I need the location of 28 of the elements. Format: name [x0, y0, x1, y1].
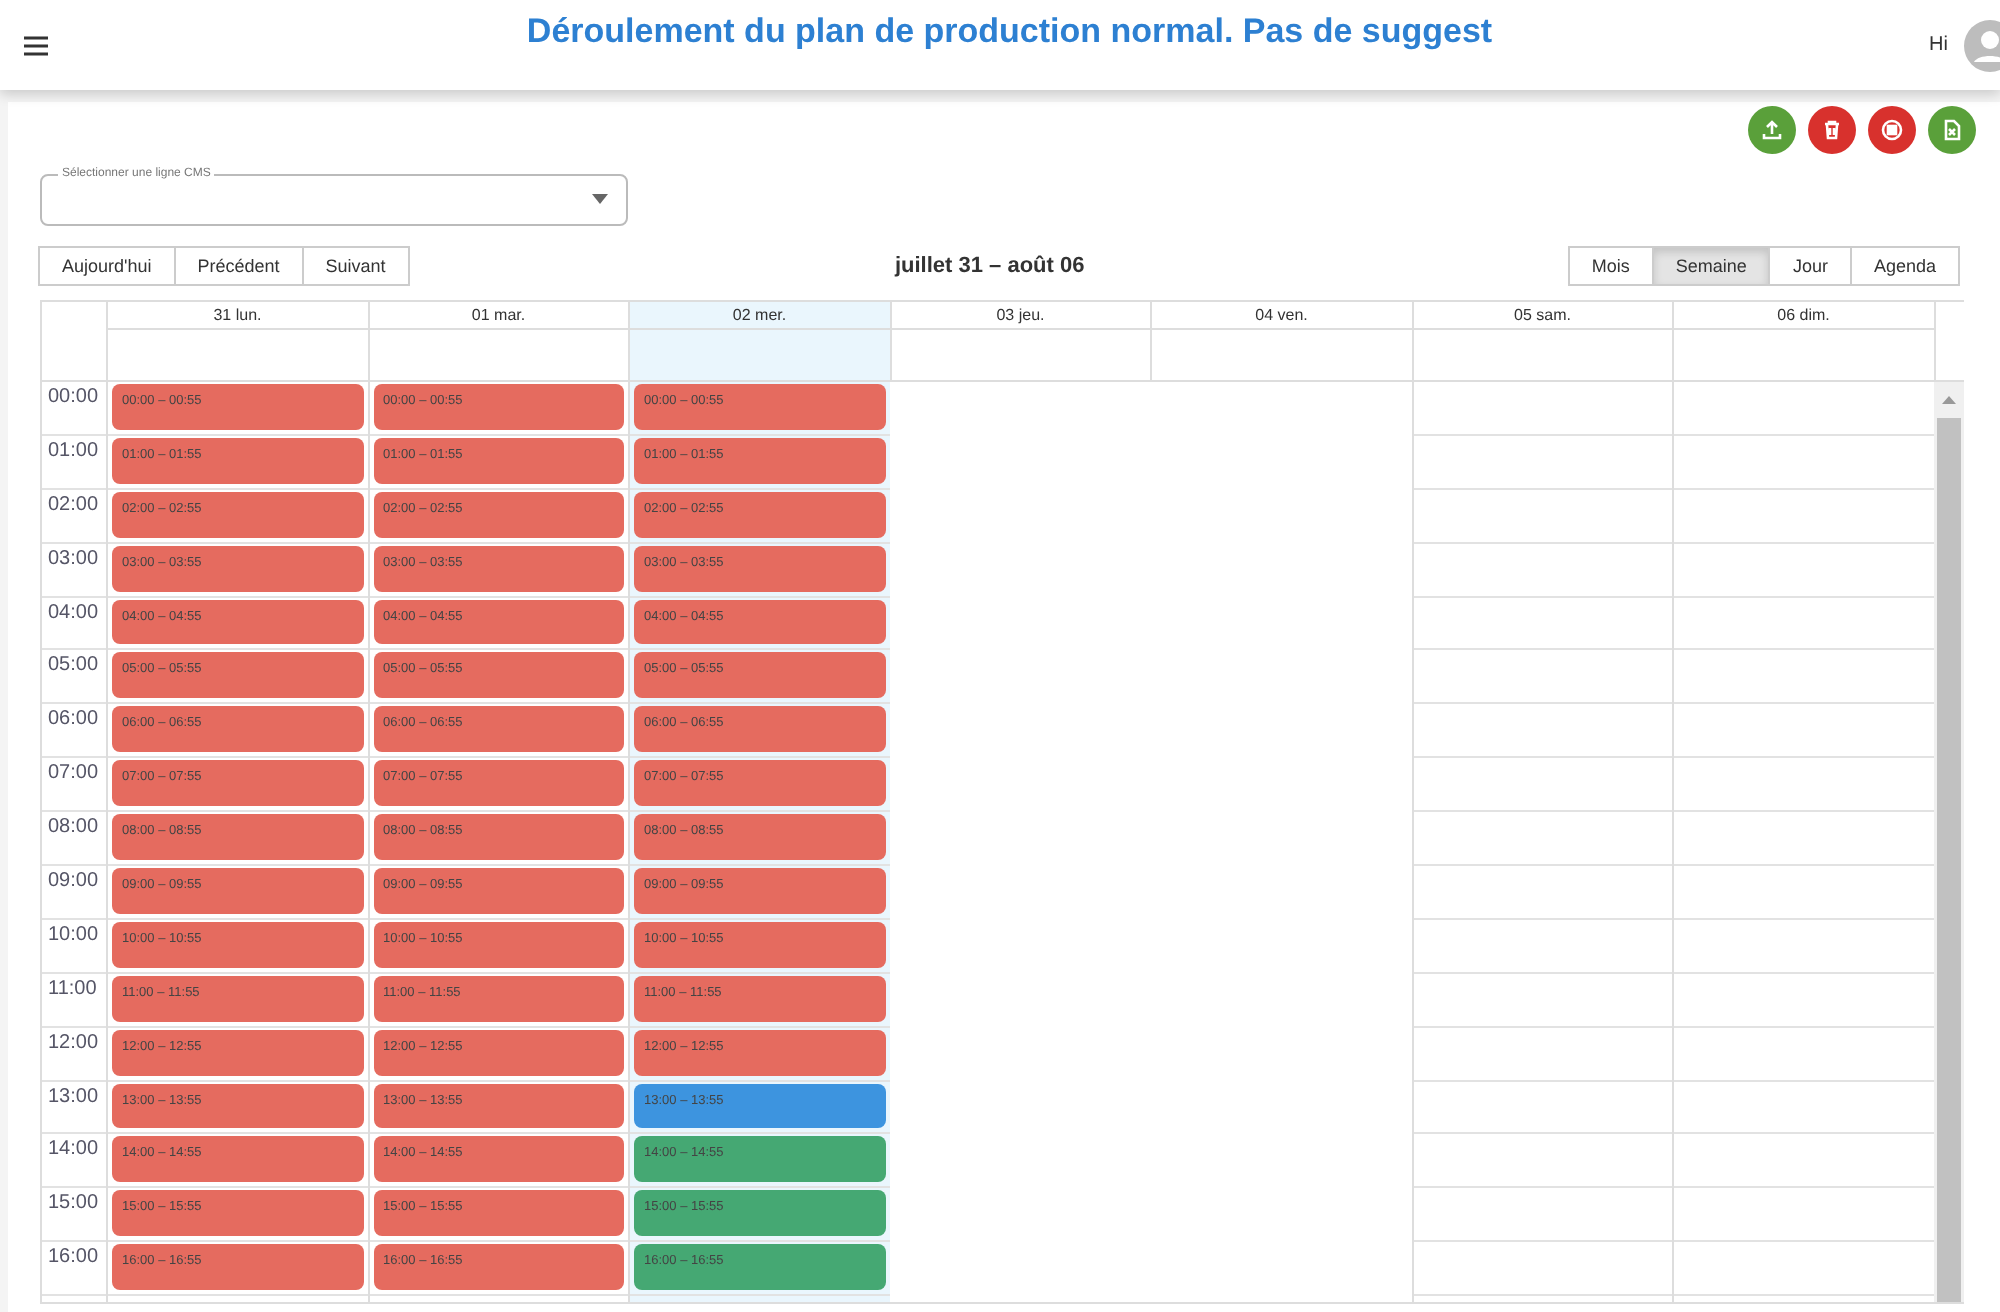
menu-icon[interactable]: [22, 33, 50, 57]
view-tab[interactable]: Agenda: [1849, 246, 1960, 286]
delete-button[interactable]: [1808, 106, 1856, 154]
nav-button[interactable]: Précédent: [173, 246, 304, 286]
spreadsheet-file-icon: [1940, 118, 1964, 142]
day-label: 01 mar.: [369, 302, 628, 330]
greeting: Hi: [1929, 34, 1948, 56]
nav-button[interactable]: Suivant: [301, 246, 410, 286]
nav-button[interactable]: Aujourd'hui: [38, 246, 176, 286]
upload-button[interactable]: [1748, 106, 1796, 154]
stop-button[interactable]: [1868, 106, 1916, 154]
upload-icon: [1760, 118, 1784, 142]
export-button[interactable]: [1928, 106, 1976, 154]
day-label: 04 ven.: [1152, 302, 1411, 330]
caret-icon: [592, 194, 608, 204]
view-tab[interactable]: Semaine: [1651, 246, 1771, 286]
day-label: 05 sam.: [1413, 302, 1672, 330]
trash-icon: [1820, 118, 1844, 142]
view-tab[interactable]: Jour: [1768, 246, 1852, 286]
stop-icon: [1880, 118, 1904, 142]
day-label: 03 jeu.: [891, 302, 1150, 330]
day-label: 31 lun.: [108, 302, 367, 330]
day-label: 02 mer.: [630, 302, 889, 330]
day-label: 06 dim.: [1674, 302, 1933, 330]
scrollbar[interactable]: [1933, 382, 1963, 1302]
view-tab[interactable]: Mois: [1567, 246, 1654, 286]
page-title: Déroulement du plan de production normal. Pas de suggest: [524, 11, 1495, 51]
date-range: juillet 31 – août 06: [894, 254, 1085, 278]
